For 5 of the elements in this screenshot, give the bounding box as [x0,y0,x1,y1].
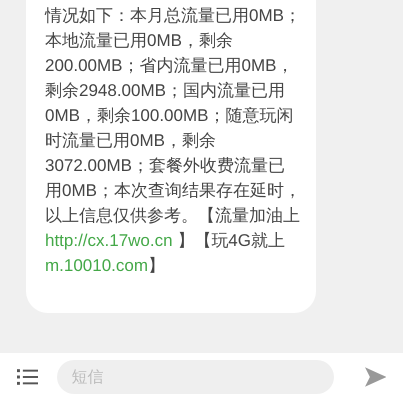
link[interactable]: http://cx.17wo.cn [45,231,173,250]
link[interactable]: m.10010.com [45,256,148,275]
message-text: 情况如下：本月总流量已用0MB；本地流量已用0MB，剩余200.00MB；省内流量已用0MB，剩余2948.00MB；国内流量已用0MB，剩余100.00MB；随意玩闲时流量已用0MB，剩余3072.00MB；套餐外收费流量已用0MB；本次查询结果存在延时，以上信息仅供参考。【流量加油上 http://cx.17wo.cn 】【玩4G就上 m.10010.com】 [45,5,301,277]
send-icon[interactable] [364,366,386,386]
menu-icon[interactable] [17,368,38,386]
